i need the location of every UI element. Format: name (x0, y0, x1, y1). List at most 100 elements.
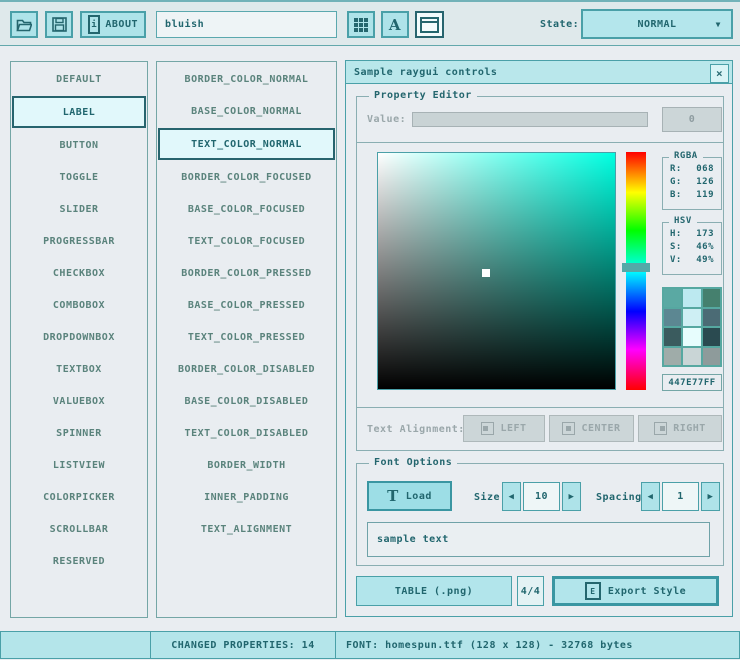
property-item-base-color-disabled[interactable]: BASE_COLOR_DISABLED (157, 385, 336, 417)
sample-window-titlebar[interactable]: Sample raygui controls × (346, 61, 732, 84)
chevron-down-icon: ▼ (716, 20, 721, 29)
property-item-inner-padding[interactable]: INNER_PADDING (157, 481, 336, 513)
swatch[interactable] (703, 348, 720, 366)
swatch[interactable] (683, 348, 700, 366)
s-value: 46% (696, 241, 714, 254)
r-label: R: (670, 163, 682, 176)
property-item-base-color-normal[interactable]: BASE_COLOR_NORMAL (157, 95, 336, 127)
value-slider[interactable] (412, 112, 648, 127)
close-icon[interactable]: × (710, 64, 729, 83)
property-item-base-color-pressed[interactable]: BASE_COLOR_PRESSED (157, 289, 336, 321)
value-label: Value: (367, 114, 406, 125)
arrow-left-icon: ◀ (509, 492, 515, 502)
controls-item-toggle[interactable]: TOGGLE (11, 161, 147, 193)
property-item-base-color-focused[interactable]: BASE_COLOR_FOCUSED (157, 193, 336, 225)
controls-item-button[interactable]: BUTTON (11, 129, 147, 161)
align-center-button[interactable]: CENTER (549, 415, 634, 442)
style-name-input[interactable] (156, 11, 337, 38)
controls-item-checkbox[interactable]: CHECKBOX (11, 257, 147, 289)
property-item-text-color-disabled[interactable]: TEXT_COLOR_DISABLED (157, 417, 336, 449)
swatch[interactable] (703, 309, 720, 327)
property-item-border-width[interactable]: BORDER_WIDTH (157, 449, 336, 481)
window-icon (420, 17, 439, 33)
open-style-button[interactable] (10, 11, 38, 38)
font-size-increase-button[interactable]: ▶ (562, 482, 581, 511)
controls-item-progressbar[interactable]: PROGRESSBAR (11, 225, 147, 257)
hue-selector[interactable] (622, 263, 650, 272)
controls-item-textbox[interactable]: TEXTBOX (11, 353, 147, 385)
font-options-group: Font Options T Load Size: ◀ 10 ▶ Spacing… (356, 463, 724, 566)
statusbar-font-info: FONT: homespun.ttf (128 x 128) - 32768 b… (335, 631, 740, 659)
export-format-pages[interactable]: 4/4 (517, 576, 544, 606)
font-spacing-decrease-button[interactable]: ◀ (641, 482, 660, 511)
toolbar: i ABOUT A State: NORMAL ▼ (0, 0, 740, 46)
property-item-text-alignment[interactable]: TEXT_ALIGNMENT (157, 513, 336, 545)
state-dropdown-value: NORMAL (637, 19, 676, 30)
property-item-border-color-normal[interactable]: BORDER_COLOR_NORMAL (157, 63, 336, 95)
value-box[interactable]: 0 (662, 107, 722, 132)
font-size-value[interactable]: 10 (523, 482, 560, 511)
about-button[interactable]: i ABOUT (80, 11, 146, 38)
property-item-text-color-pressed[interactable]: TEXT_COLOR_PRESSED (157, 321, 336, 353)
arrow-right-icon: ▶ (569, 492, 575, 502)
font-letter-icon: A (389, 16, 401, 34)
swatch[interactable] (664, 328, 681, 346)
load-font-button[interactable]: T Load (367, 481, 452, 511)
rguistyler-window: i ABOUT A State: NORMAL ▼ DEFAULT LABEL … (0, 0, 740, 660)
export-style-button[interactable]: E Export Style (552, 576, 719, 606)
grid-icon (354, 18, 368, 32)
sample-window-title: Sample raygui controls (354, 67, 497, 78)
swatch[interactable] (683, 309, 700, 327)
property-item-border-color-focused[interactable]: BORDER_COLOR_FOCUSED (157, 161, 336, 193)
controls-item-slider[interactable]: SLIDER (11, 193, 147, 225)
controls-item-valuebox[interactable]: VALUEBOX (11, 385, 147, 417)
font-type-icon: T (387, 487, 399, 505)
b-value: 119 (696, 189, 714, 202)
sample-controls-window: Sample raygui controls × Property Editor… (345, 60, 733, 617)
property-item-border-color-pressed[interactable]: BORDER_COLOR_PRESSED (157, 257, 336, 289)
arrow-right-icon: ▶ (708, 492, 714, 502)
font-view-button[interactable]: A (381, 11, 409, 38)
controls-item-reserved[interactable]: RESERVED (11, 545, 147, 577)
sample-text-input[interactable]: sample text (367, 522, 710, 557)
align-right-icon (654, 422, 667, 435)
controls-item-label[interactable]: LABEL (12, 96, 146, 128)
property-item-text-color-focused[interactable]: TEXT_COLOR_FOCUSED (157, 225, 336, 257)
color-picker-sv-panel[interactable] (377, 152, 616, 390)
export-format-dropdown[interactable]: TABLE (.png) (356, 576, 512, 606)
property-item-border-color-disabled[interactable]: BORDER_COLOR_DISABLED (157, 353, 336, 385)
swatch[interactable] (664, 289, 681, 307)
controls-item-listview[interactable]: LISTVIEW (11, 449, 147, 481)
color-picker-cursor[interactable] (482, 269, 490, 277)
state-dropdown[interactable]: NORMAL ▼ (581, 9, 733, 39)
controls-item-combobox[interactable]: COMBOBOX (11, 289, 147, 321)
align-left-button[interactable]: LEFT (463, 415, 545, 442)
swatch[interactable] (683, 328, 700, 346)
controls-item-scrollbar[interactable]: SCROLLBAR (11, 513, 147, 545)
swatch[interactable] (683, 289, 700, 307)
font-size-decrease-button[interactable]: ◀ (502, 482, 521, 511)
controls-item-dropdownbox[interactable]: DROPDOWNBOX (11, 321, 147, 353)
export-style-label: Export Style (608, 586, 686, 597)
controls-view-button[interactable] (415, 11, 444, 38)
align-center-icon (562, 422, 575, 435)
h-label: H: (670, 228, 682, 241)
font-spacing-value[interactable]: 1 (662, 482, 699, 511)
property-item-text-color-normal[interactable]: TEXT_COLOR_NORMAL (158, 128, 335, 160)
g-value: 126 (696, 176, 714, 189)
swatch[interactable] (703, 289, 720, 307)
save-style-button[interactable] (45, 11, 73, 38)
swatch[interactable] (664, 309, 681, 327)
swatch[interactable] (664, 348, 681, 366)
align-right-button[interactable]: RIGHT (638, 415, 722, 442)
style-table-view-button[interactable] (347, 11, 375, 38)
controls-item-default[interactable]: DEFAULT (11, 63, 147, 95)
controls-item-colorpicker[interactable]: COLORPICKER (11, 481, 147, 513)
export-file-icon: E (585, 582, 601, 600)
folder-icon (16, 18, 32, 32)
info-icon: i (88, 15, 100, 34)
swatch[interactable] (703, 328, 720, 346)
controls-item-spinner[interactable]: SPINNER (11, 417, 147, 449)
font-spacing-increase-button[interactable]: ▶ (701, 482, 720, 511)
hex-color-value[interactable]: 447E77FF (662, 374, 722, 391)
